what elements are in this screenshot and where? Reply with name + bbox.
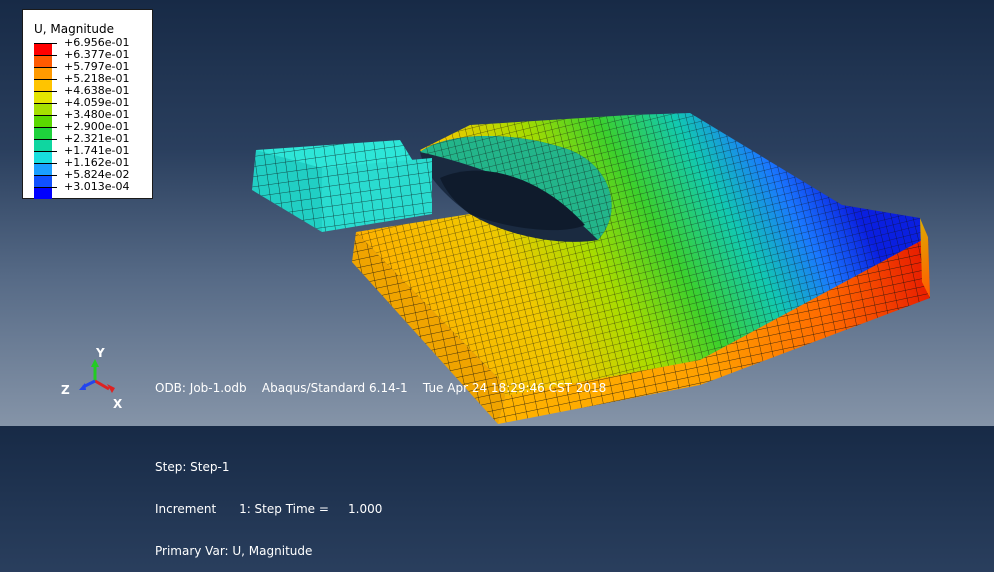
- legend-swatch: [34, 163, 52, 175]
- y-axis-label: Y: [95, 346, 105, 360]
- legend-swatch: [34, 139, 52, 151]
- y-arrowhead: [91, 359, 99, 367]
- legend-swatch: [34, 115, 52, 127]
- coordinate-triad: Y X Z: [61, 346, 123, 411]
- legend-title: U, Magnitude: [34, 22, 114, 36]
- legend-tick: [52, 187, 57, 188]
- legend-swatch: [34, 127, 52, 139]
- primary-var-line: Primary Var: U, Magnitude: [155, 544, 313, 558]
- z-arrowhead: [79, 383, 86, 390]
- legend-tick: [52, 151, 57, 152]
- legend-swatch: [34, 103, 52, 115]
- legend-swatch: [34, 55, 52, 67]
- legend-tick: [52, 55, 57, 56]
- z-axis-label: Z: [61, 383, 70, 397]
- legend-swatch: [34, 91, 52, 103]
- detached-block: [252, 140, 432, 232]
- legend-tick: [52, 163, 57, 164]
- x-axis-arrow: [94, 379, 110, 391]
- job-info-block: ODB: Job-1.odb Abaqus/Standard 6.14-1 Tu…: [155, 353, 606, 572]
- legend-tick: [52, 43, 57, 44]
- legend-tick: [52, 127, 57, 128]
- legend-swatch: [34, 187, 52, 199]
- contour-legend[interactable]: U, Magnitude +6.956e-01 +6.377e-01 +5.797e…: [22, 9, 153, 199]
- legend-value-label: +3.013e-04: [64, 180, 130, 193]
- step-info-line: Step: Step-1: [155, 460, 230, 474]
- legend-tick: [52, 139, 57, 140]
- odb-info-line: ODB: Job-1.odb Abaqus/Standard 6.14-1 Tu…: [155, 381, 607, 395]
- x-axis-label: X: [113, 397, 123, 411]
- legend-tick: [52, 115, 57, 116]
- legend-tick: [52, 91, 57, 92]
- legend-swatch: [34, 43, 52, 55]
- legend-swatch: [34, 151, 52, 163]
- legend-swatch: [34, 175, 52, 187]
- legend-tick: [52, 103, 57, 104]
- legend-swatch: [34, 79, 52, 91]
- legend-swatch: [34, 67, 52, 79]
- legend-tick: [52, 175, 57, 176]
- legend-tick: [52, 67, 57, 68]
- legend-tick: [52, 79, 57, 80]
- increment-info-line: Increment 1: Step Time = 1.000: [155, 502, 383, 516]
